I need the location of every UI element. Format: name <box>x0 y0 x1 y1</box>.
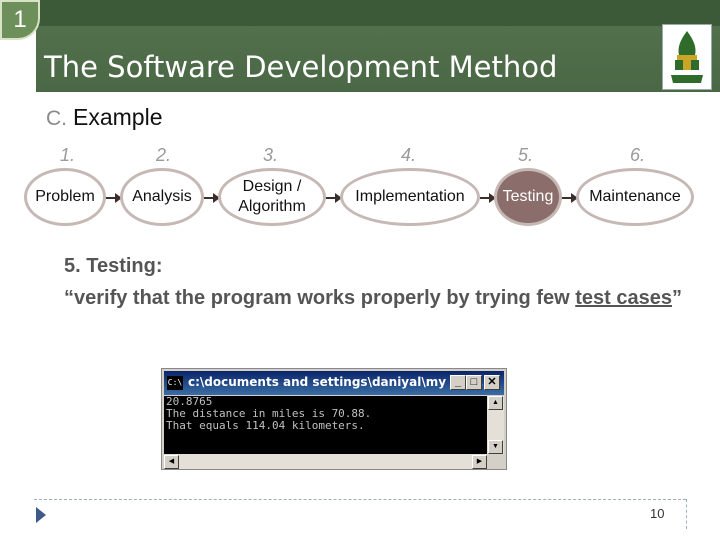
console-output: 20.8765 The distance in miles is 70.88. Th… <box>164 396 487 454</box>
step-maintenance: Maintenance <box>576 168 694 226</box>
description-heading: 5. Testing: <box>64 255 163 277</box>
step-number-3: 3. <box>263 145 279 165</box>
scroll-right-icon[interactable]: ▶ <box>472 455 487 469</box>
horizontal-scrollbar[interactable]: ◀ ▶ <box>164 454 487 469</box>
header-top-strip <box>0 0 720 26</box>
footer-triangle-icon <box>36 507 46 523</box>
test-cases-text: test cases <box>575 287 672 309</box>
university-logo <box>662 24 712 90</box>
scroll-down-icon[interactable]: ▼ <box>488 440 503 454</box>
flow-arrow <box>204 193 220 203</box>
console-line: That equals 114.04 kilometers. <box>166 419 365 432</box>
testing-description: 5. Testing: “verify that the program wor… <box>64 250 684 314</box>
step-analysis: Analysis <box>120 168 204 226</box>
step-design-algorithm: Design / Algorithm <box>218 168 326 226</box>
step-number-1: 1. <box>60 145 76 165</box>
quote-close: ” <box>671 287 682 309</box>
flow-arrow <box>326 193 342 203</box>
slide-title: The Software Development Method <box>44 50 558 84</box>
step-number-6: 6. <box>630 145 646 165</box>
quote-text: “verify that the program works properly … <box>64 287 576 309</box>
step-number-4: 4. <box>401 145 417 165</box>
vertical-scrollbar[interactable]: ▲ ▼ <box>487 396 504 454</box>
flow-arrow <box>562 193 578 203</box>
section-subtitle: C. Example <box>46 104 162 131</box>
minimize-button[interactable]: _ <box>450 375 466 390</box>
flow-arrow <box>106 193 122 203</box>
slide-header: 1 The Software Development Method <box>0 0 720 92</box>
page-number: 10 <box>650 506 665 521</box>
step-implementation: Implementation <box>340 168 480 226</box>
console-title: c:\documents and settings\daniyal\my doc… <box>188 375 488 389</box>
maximize-button[interactable]: □ <box>466 375 482 390</box>
step-number-2: 2. <box>156 145 172 165</box>
footer-divider-vertical <box>686 499 688 529</box>
subtitle-letter: C. <box>46 107 67 130</box>
step-number-5: 5. <box>518 145 534 165</box>
command-prompt-icon: C:\ <box>167 376 183 390</box>
scroll-left-icon[interactable]: ◀ <box>164 455 179 469</box>
subtitle-text: Example <box>73 104 163 130</box>
step-problem: Problem <box>24 168 106 226</box>
console-window: C:\ c:\documents and settings\daniyal\my… <box>161 368 507 470</box>
close-button[interactable]: ✕ <box>484 375 500 390</box>
console-title-bar: C:\ c:\documents and settings\daniyal\my… <box>164 371 504 395</box>
flow-arrow <box>480 193 496 203</box>
description-quote: “verify that the program works properly … <box>64 282 684 314</box>
footer-divider <box>34 499 686 500</box>
step-testing: Testing <box>494 168 562 226</box>
scroll-up-icon[interactable]: ▲ <box>488 396 503 410</box>
